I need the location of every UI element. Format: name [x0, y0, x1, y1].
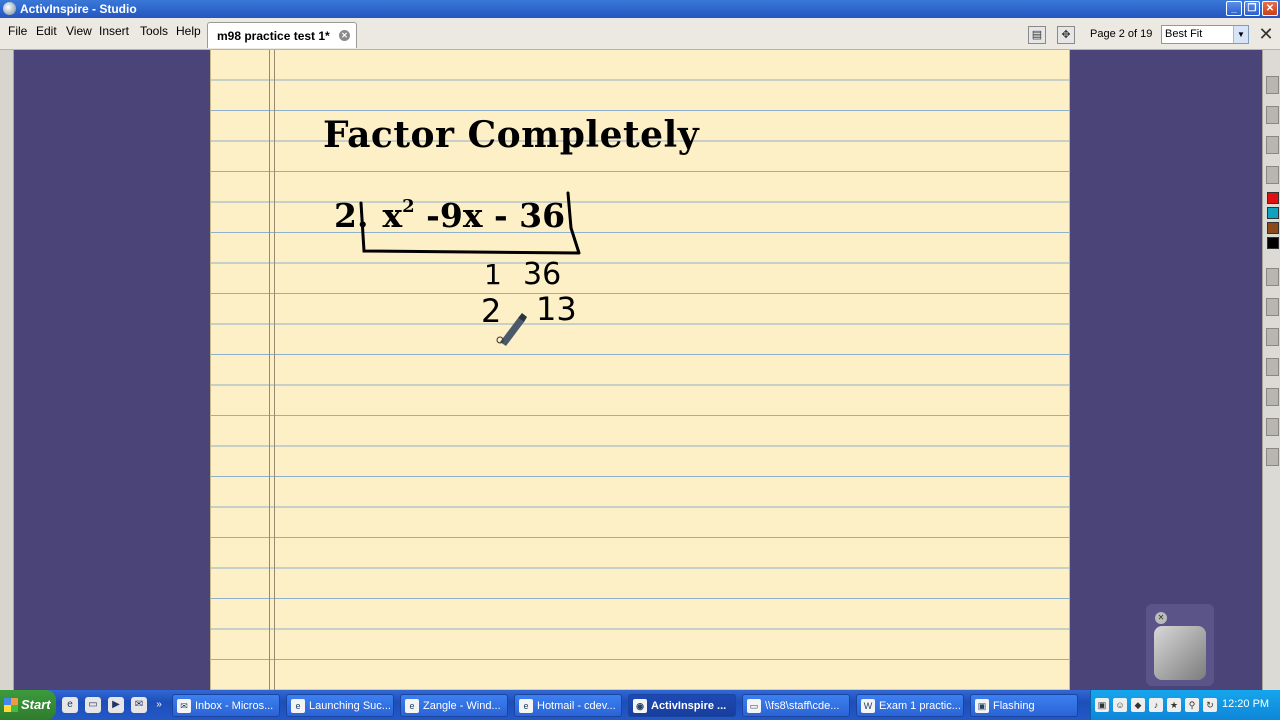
- task-hotmail[interactable]: e Hotmail - cdev...: [514, 694, 622, 717]
- messenger-tray-icon[interactable]: ☺: [1113, 698, 1127, 712]
- windows-flag-icon: [4, 698, 18, 712]
- clock: 12:20 PM: [1222, 698, 1270, 710]
- close-button[interactable]: ✕: [1262, 1, 1278, 16]
- menu-tools[interactable]: Tools: [140, 24, 168, 38]
- fullscreen-icon[interactable]: ✕: [1255, 24, 1277, 44]
- problem-variable: x: [382, 196, 403, 235]
- start-button[interactable]: Start: [0, 690, 56, 720]
- zoom-select[interactable]: Best Fit ▼: [1161, 25, 1249, 44]
- tab-document-label: m98 practice test 1*: [217, 29, 330, 43]
- menu-help[interactable]: Help: [176, 24, 201, 38]
- start-label: Start: [21, 697, 51, 712]
- left-panel-strip[interactable]: [0, 50, 14, 690]
- page-indicator: Page 2 of 19: [1090, 28, 1153, 40]
- activinspire-logo-icon: [3, 2, 16, 15]
- menu-file[interactable]: File: [8, 24, 27, 38]
- taskbar: Start e ▭ ▶ ✉ » ✉ Inbox - Micros... e Laun…: [0, 690, 1280, 720]
- desktop-quicklaunch-icon[interactable]: ▭: [85, 697, 101, 713]
- volume-tray-icon[interactable]: ♪: [1149, 698, 1163, 712]
- network-tray-icon[interactable]: ▣: [1095, 698, 1109, 712]
- color-swatch-brown[interactable]: [1267, 222, 1279, 234]
- outlook-icon: ✉: [177, 699, 191, 713]
- task-exam[interactable]: W Exam 1 practic...: [856, 694, 964, 717]
- outlook-quicklaunch-icon[interactable]: ✉: [131, 697, 147, 713]
- quicklaunch-chevron-icon[interactable]: »: [154, 697, 164, 713]
- task-activinspire[interactable]: ◉ ActivInspire ...: [628, 694, 736, 717]
- color-swatch-teal[interactable]: [1267, 207, 1279, 219]
- task-flashing[interactable]: ▣ Flashing: [970, 694, 1078, 717]
- menu-edit[interactable]: Edit: [36, 24, 57, 38]
- title-bar: ActivInspire - Studio _ ❐ ✕: [0, 0, 1280, 18]
- chevron-down-icon[interactable]: ▼: [1233, 26, 1248, 43]
- star-tray-icon[interactable]: ★: [1167, 698, 1181, 712]
- dual-user-icon[interactable]: ✥: [1057, 26, 1075, 44]
- problem-expression: 2. x2 -9x - 36: [334, 196, 565, 235]
- color-swatch-black[interactable]: [1267, 237, 1279, 249]
- trash-can[interactable]: ✕: [1146, 604, 1214, 686]
- trash-bin-icon[interactable]: [1154, 626, 1206, 680]
- ie-icon: e: [291, 699, 305, 713]
- tool-slot-icon[interactable]: [1266, 418, 1279, 436]
- tool-slot-icon[interactable]: [1266, 106, 1279, 124]
- trash-close-icon[interactable]: ✕: [1155, 612, 1167, 624]
- word-icon: W: [861, 699, 875, 713]
- safely-remove-tray-icon[interactable]: ⚲: [1185, 698, 1199, 712]
- page-heading: Factor Completely: [323, 114, 700, 156]
- tool-slot-icon[interactable]: [1266, 328, 1279, 346]
- media-quicklaunch-icon[interactable]: ▶: [108, 697, 124, 713]
- problem-terms: -9x - 36: [414, 196, 566, 235]
- shield-tray-icon[interactable]: ◆: [1131, 698, 1145, 712]
- menu-insert[interactable]: Insert: [99, 24, 129, 38]
- tool-slot-icon[interactable]: [1266, 358, 1279, 376]
- window-title: ActivInspire - Studio: [20, 2, 137, 16]
- problem-number: 2.: [334, 196, 369, 235]
- folder-icon: ▭: [747, 699, 761, 713]
- app-icon: ▣: [975, 699, 989, 713]
- tool-slot-icon[interactable]: [1266, 136, 1279, 154]
- tool-slot-icon[interactable]: [1266, 388, 1279, 406]
- minimize-button[interactable]: _: [1226, 1, 1242, 16]
- tool-slot-icon[interactable]: [1266, 268, 1279, 286]
- ie-icon: e: [519, 699, 533, 713]
- update-tray-icon[interactable]: ↻: [1203, 698, 1217, 712]
- tool-slot-icon[interactable]: [1266, 298, 1279, 316]
- color-swatch-red[interactable]: [1267, 192, 1279, 204]
- task-folder[interactable]: ▭ \\fs8\staff\cde...: [742, 694, 850, 717]
- task-zangle[interactable]: e Zangle - Wind...: [400, 694, 508, 717]
- task-inbox[interactable]: ✉ Inbox - Micros...: [172, 694, 280, 717]
- page-browser-icon[interactable]: ▤: [1028, 26, 1046, 44]
- task-launching[interactable]: e Launching Suc...: [286, 694, 394, 717]
- zoom-select-value: Best Fit: [1165, 28, 1203, 40]
- ie-quicklaunch-icon[interactable]: e: [62, 697, 78, 713]
- activinspire-icon: ◉: [633, 699, 647, 713]
- tool-slot-icon[interactable]: [1266, 76, 1279, 94]
- maximize-button[interactable]: ❐: [1244, 1, 1260, 16]
- tab-document[interactable]: m98 practice test 1* ✕: [207, 22, 357, 48]
- main-toolbox[interactable]: [1262, 50, 1280, 690]
- ie-icon: e: [405, 699, 419, 713]
- close-icon[interactable]: ✕: [339, 30, 350, 41]
- menu-bar: File Edit View Insert Tools Help: [0, 18, 1280, 50]
- tool-slot-icon[interactable]: [1266, 448, 1279, 466]
- tool-slot-icon[interactable]: [1266, 166, 1279, 184]
- menu-view[interactable]: View: [66, 24, 92, 38]
- page-margin-line: [269, 50, 275, 690]
- problem-exponent: 2: [402, 196, 415, 217]
